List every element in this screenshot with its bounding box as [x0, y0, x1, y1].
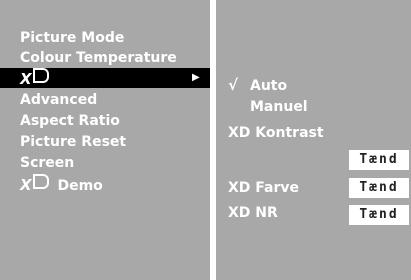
menu-item-aspect-ratio[interactable]: Aspect Ratio — [20, 111, 120, 131]
menu-item-xd-demo-label: Demo — [57, 178, 103, 194]
submenu-arrow-icon: ▶ — [192, 72, 200, 83]
option-auto[interactable]: Auto — [250, 76, 287, 96]
xd-logo-d-shape — [32, 174, 49, 189]
xd-contrast-label: XD Kontrast — [228, 125, 324, 141]
menu-item-picture-reset[interactable]: Picture Reset — [20, 132, 126, 152]
menu-item-xd[interactable]: X — [20, 68, 49, 90]
xd-logo-d-shape — [32, 68, 49, 83]
option-manual[interactable]: Manuel — [250, 97, 308, 117]
xd-logo: X — [20, 68, 49, 89]
checkmark-icon: √ — [228, 76, 239, 94]
xd-logo: X — [20, 174, 49, 195]
menu-item-colour-temperature[interactable]: Colour Temperature — [20, 48, 177, 68]
xd-nr-label: XD NR — [228, 205, 278, 221]
xd-nr-value[interactable]: Tænd — [349, 205, 409, 225]
xd-colour-label: XD Farve — [228, 180, 300, 196]
xd-contrast-value[interactable]: Tænd — [349, 150, 409, 170]
menu-item-xd-demo[interactable]: X Demo — [20, 174, 103, 196]
menu-item-screen[interactable]: Screen — [20, 153, 74, 173]
menu-item-advanced[interactable]: Advanced — [20, 90, 97, 110]
xd-colour-value[interactable]: Tænd — [349, 178, 409, 198]
menu-item-picture-mode[interactable]: Picture Mode — [20, 28, 124, 48]
